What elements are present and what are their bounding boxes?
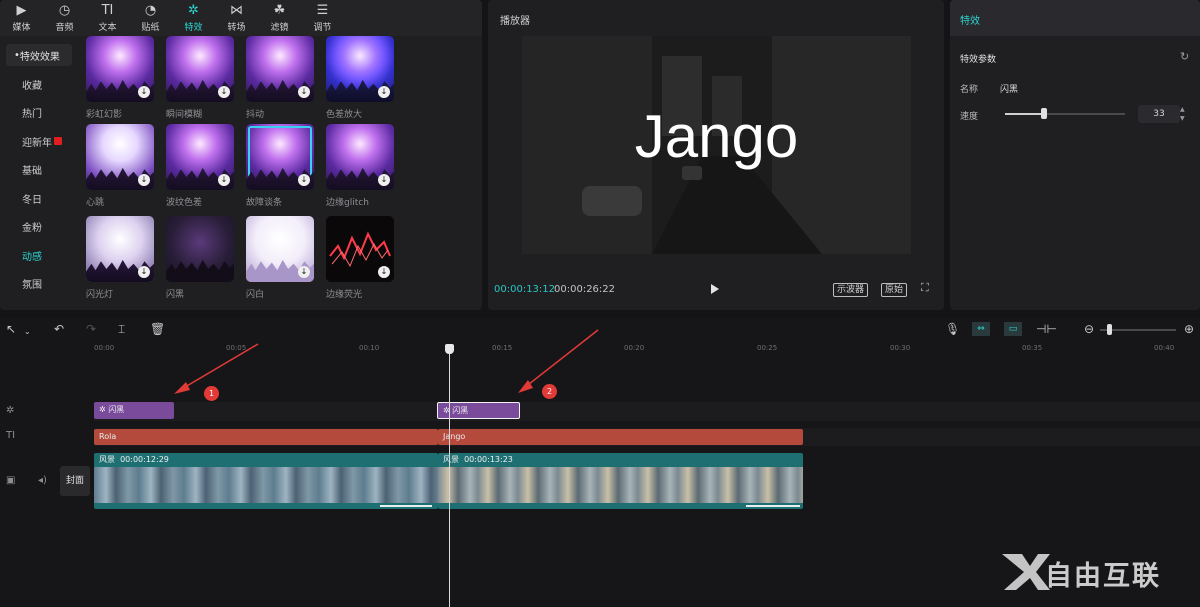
annotation-badge: 2 [542, 384, 557, 399]
effect-card[interactable]: ↓ 故障谈条 [246, 124, 316, 208]
download-icon[interactable]: ↓ [378, 266, 390, 278]
effect-thumbnail: ↓ [246, 216, 314, 282]
effect-card[interactable]: ↓ 抖动 [246, 36, 316, 120]
effects-icon: ✲ [188, 2, 199, 18]
watermark-text: 自由互联 [1045, 561, 1161, 592]
effect-card[interactable]: ↓ 边缘荧光 [326, 216, 396, 300]
adjust-icon: ☰ [316, 2, 329, 18]
effect-thumbnail: ↓ [86, 216, 154, 282]
audio-icon: ◷ [58, 2, 71, 18]
tab-adjust[interactable]: ☰ 调节 [301, 0, 344, 36]
tab-effects[interactable]: ✲ 特效 [172, 0, 215, 36]
effect-settings-panel: 特效 特效参数 ↻ 名称 闪黑 速度 33 ▲ ▼ [950, 0, 1200, 310]
download-icon[interactable]: ↓ [378, 86, 390, 98]
total-time: 00:00:26:22 [554, 284, 616, 295]
download-icon[interactable]: ↓ [378, 174, 390, 186]
play-icon[interactable] [710, 283, 720, 295]
effect-card[interactable]: ↓ 波纹色差 [166, 124, 236, 208]
category-item-favorites[interactable]: 收藏 [0, 70, 78, 99]
download-icon[interactable]: ↓ [218, 86, 230, 98]
download-icon[interactable]: ↓ [138, 266, 150, 278]
effect-thumbnail: ↓ [166, 36, 234, 102]
category-item-winter[interactable]: 冬日 [0, 184, 78, 213]
effect-thumbnail: ↓ [246, 124, 314, 190]
effect-thumbnail: ↓ [166, 124, 234, 190]
effect-thumbnail: ↓ [246, 36, 314, 102]
fullscreen-icon[interactable]: ⛶ [921, 281, 929, 295]
category-item-hot[interactable]: 热门 [0, 99, 78, 128]
tab-transition[interactable]: ⋈ 转场 [215, 0, 258, 36]
category-item-atmosphere[interactable]: 氛围 [0, 270, 78, 299]
tab-text[interactable]: TI 文本 [86, 0, 129, 36]
effects-panel: ▶ 媒体 ◷ 音频 TI 文本 ◔ 贴纸 ✲ 特效 ⋈ 转场 ☘ 滤镜 ☰ 调节 • 特效效果 … [0, 0, 482, 310]
tab-audio[interactable]: ◷ 音频 [43, 0, 86, 36]
download-icon[interactable]: ↓ [298, 266, 310, 278]
speed-input[interactable]: 33 [1138, 105, 1180, 123]
download-icon[interactable]: ↓ [218, 174, 230, 186]
effect-card[interactable]: ↓ 闪白 [246, 216, 316, 300]
player-panel: 播放器 Jango 00:00:13:12 00:00:26:22 示波器 原始… [488, 0, 944, 310]
effect-panel-title: 特效 [960, 16, 980, 27]
speed-slider-fill [1005, 113, 1044, 115]
effect-card[interactable]: 闪黑 [166, 216, 236, 300]
download-icon[interactable]: ↓ [138, 86, 150, 98]
original-ratio-button[interactable]: 原始 [881, 283, 908, 297]
player-title: 播放器 [500, 16, 530, 27]
top-tab-bar: ▶ 媒体 ◷ 音频 TI 文本 ◔ 贴纸 ✲ 特效 ⋈ 转场 ☘ 滤镜 ☰ 调节 [0, 0, 482, 36]
media-icon: ▶ [16, 2, 27, 18]
reset-icon[interactable]: ↻ [1180, 50, 1189, 63]
effect-card[interactable]: ↓ 边缘glitch [326, 124, 396, 208]
effect-thumbnail: ↓ [326, 124, 394, 190]
effect-params-title: 特效参数 [960, 55, 997, 65]
tab-sticker[interactable]: ◔ 贴纸 [129, 0, 172, 36]
category-list: • 特效效果 收藏 热门 迎新年 基础 冬日 金粉 动感 氛围 [0, 40, 78, 310]
effect-thumbnail: ↓ [86, 124, 154, 190]
category-item-gold[interactable]: 金粉 [0, 213, 78, 242]
speed-slider-handle[interactable] [1041, 108, 1047, 119]
video-preview[interactable]: Jango [522, 36, 911, 254]
speed-stepper[interactable]: ▲ ▼ [1180, 105, 1188, 123]
effect-thumbnail: ↓ [326, 216, 394, 282]
filter-icon: ☘ [273, 2, 286, 18]
name-value: 闪黑 [1000, 85, 1019, 95]
download-icon[interactable]: ↓ [138, 174, 150, 186]
overlay-text: Jango [634, 103, 799, 170]
effect-panel-header [950, 0, 1200, 36]
effect-thumbnail [166, 216, 234, 282]
category-item-dynamic[interactable]: 动感 [0, 241, 78, 270]
category-item-new-year[interactable]: 迎新年 [0, 127, 78, 156]
category-item-basic[interactable]: 基础 [0, 156, 78, 185]
effect-card[interactable]: ↓ 色差放大 [326, 36, 396, 120]
effect-card[interactable]: ↓ 瞬间模糊 [166, 36, 236, 120]
category-item-effects[interactable]: • 特效效果 [6, 44, 72, 66]
chevron-up-icon[interactable]: ▲ [1180, 105, 1188, 114]
chevron-down-icon[interactable]: ▼ [1180, 114, 1188, 123]
current-time: 00:00:13:12 [494, 284, 556, 295]
new-badge [54, 137, 62, 146]
annotation-badge: 1 [204, 386, 219, 401]
effects-grid: ↓ 彩虹幻影 ↓ 瞬间模糊 ↓ 抖动 ↓ 色差放大 ↓ 心跳 ↓ 波纹色差 ↓ … [84, 36, 482, 310]
tab-filter[interactable]: ☘ 滤镜 [258, 0, 301, 36]
scope-button[interactable]: 示波器 [833, 283, 869, 297]
effect-card[interactable]: ↓ 心跳 [86, 124, 156, 208]
text-icon: TI [101, 2, 114, 18]
tab-media[interactable]: ▶ 媒体 [0, 0, 43, 36]
effect-card[interactable]: ↓ 闪光灯 [86, 216, 156, 300]
download-icon[interactable]: ↓ [298, 86, 310, 98]
effect-thumbnail: ↓ [326, 36, 394, 102]
sticker-icon: ◔ [144, 2, 157, 18]
speed-label: 速度 [960, 112, 979, 122]
download-icon[interactable]: ↓ [298, 174, 310, 186]
name-label: 名称 [960, 85, 979, 95]
effect-thumbnail: ↓ [86, 36, 154, 102]
effect-card[interactable]: ↓ 彩虹幻影 [86, 36, 156, 120]
transition-icon: ⋈ [230, 2, 243, 18]
